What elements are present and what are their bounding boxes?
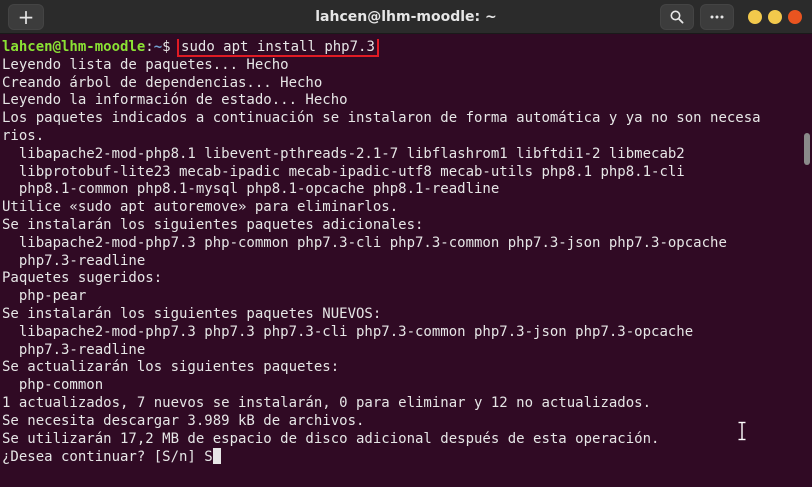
output-line: libapache2-mod-php8.1 libevent-pthreads-… <box>2 145 685 162</box>
output-line: php7.3-readline <box>2 252 146 269</box>
block-cursor <box>212 448 222 465</box>
output-line: php8.1-common php8.1-mysql php8.1-opcach… <box>2 181 500 198</box>
close-button[interactable] <box>788 10 802 24</box>
output-line: 1 actualizados, 7 nuevos se instalarán, … <box>2 394 652 411</box>
output-line: Paquetes sugeridos: <box>2 270 163 287</box>
ellipsis-icon <box>710 15 724 19</box>
output-line: rios. <box>2 127 45 144</box>
output-line: Leyendo la información de estado... Hech… <box>2 92 348 109</box>
plus-icon: + <box>17 5 35 29</box>
terminal-output: lahcen@lhm-moodle:~$ sudo apt install ph… <box>2 39 802 466</box>
prompt-user-host: lahcen@lhm-moodle <box>2 39 146 55</box>
output-line: Se actualizarán los siguientes paquetes: <box>2 359 340 376</box>
output-line: libapache2-mod-php7.3 php7.3 php7.3-cli … <box>2 323 694 340</box>
maximize-button[interactable] <box>768 10 782 24</box>
search-button[interactable] <box>660 4 694 30</box>
output-line: Se instalarán los siguientes paquetes NU… <box>2 305 382 322</box>
output-line: php-common <box>2 377 104 394</box>
output-line: Los paquetes indicados a continuación se… <box>2 110 761 127</box>
prompt-path: ~ <box>153 39 163 55</box>
output-line: Se utilizarán 17,2 MB de espacio de disc… <box>2 430 660 447</box>
prompt-symbol: $ <box>162 39 180 55</box>
output-line: php7.3-readline <box>2 341 146 358</box>
prompt-colon: : <box>145 39 154 55</box>
scrollbar[interactable] <box>804 133 810 165</box>
text-cursor-icon <box>738 421 746 441</box>
terminal-view[interactable]: lahcen@lhm-moodle:~$ sudo apt install ph… <box>0 35 812 487</box>
command-line: lahcen@lhm-moodle:~$ sudo apt install ph… <box>2 39 802 57</box>
output-line: libprotobuf-lite23 mecab-ipadic mecab-ip… <box>2 163 685 180</box>
title-bar: + lahcen@lhm-moodle: ~ <box>0 0 812 34</box>
confirm-prompt-line: ¿Desea continuar? [S/n] S <box>2 448 802 466</box>
minimize-button[interactable] <box>748 10 762 24</box>
confirm-question: ¿Desea continuar? [S/n] <box>2 449 205 466</box>
search-icon <box>670 10 684 24</box>
output-line: Creando árbol de dependencias... Hecho <box>2 74 323 91</box>
output-line: Se necesita descargar 3.989 kB de archiv… <box>2 412 365 429</box>
output-line: Se instalarán los siguientes paquetes ad… <box>2 216 424 233</box>
output-line: Utilice «sudo apt autoremove» para elimi… <box>2 199 399 216</box>
new-tab-button[interactable]: + <box>8 4 44 30</box>
output-line: libapache2-mod-php7.3 php-common php7.3-… <box>2 234 727 251</box>
confirm-input[interactable]: S <box>204 449 212 465</box>
menu-button[interactable] <box>700 4 734 30</box>
highlighted-command: sudo apt install php7.3 <box>177 39 379 57</box>
output-line: Leyendo lista de paquetes... Hecho <box>2 56 289 73</box>
output-line: php-pear <box>2 288 87 305</box>
